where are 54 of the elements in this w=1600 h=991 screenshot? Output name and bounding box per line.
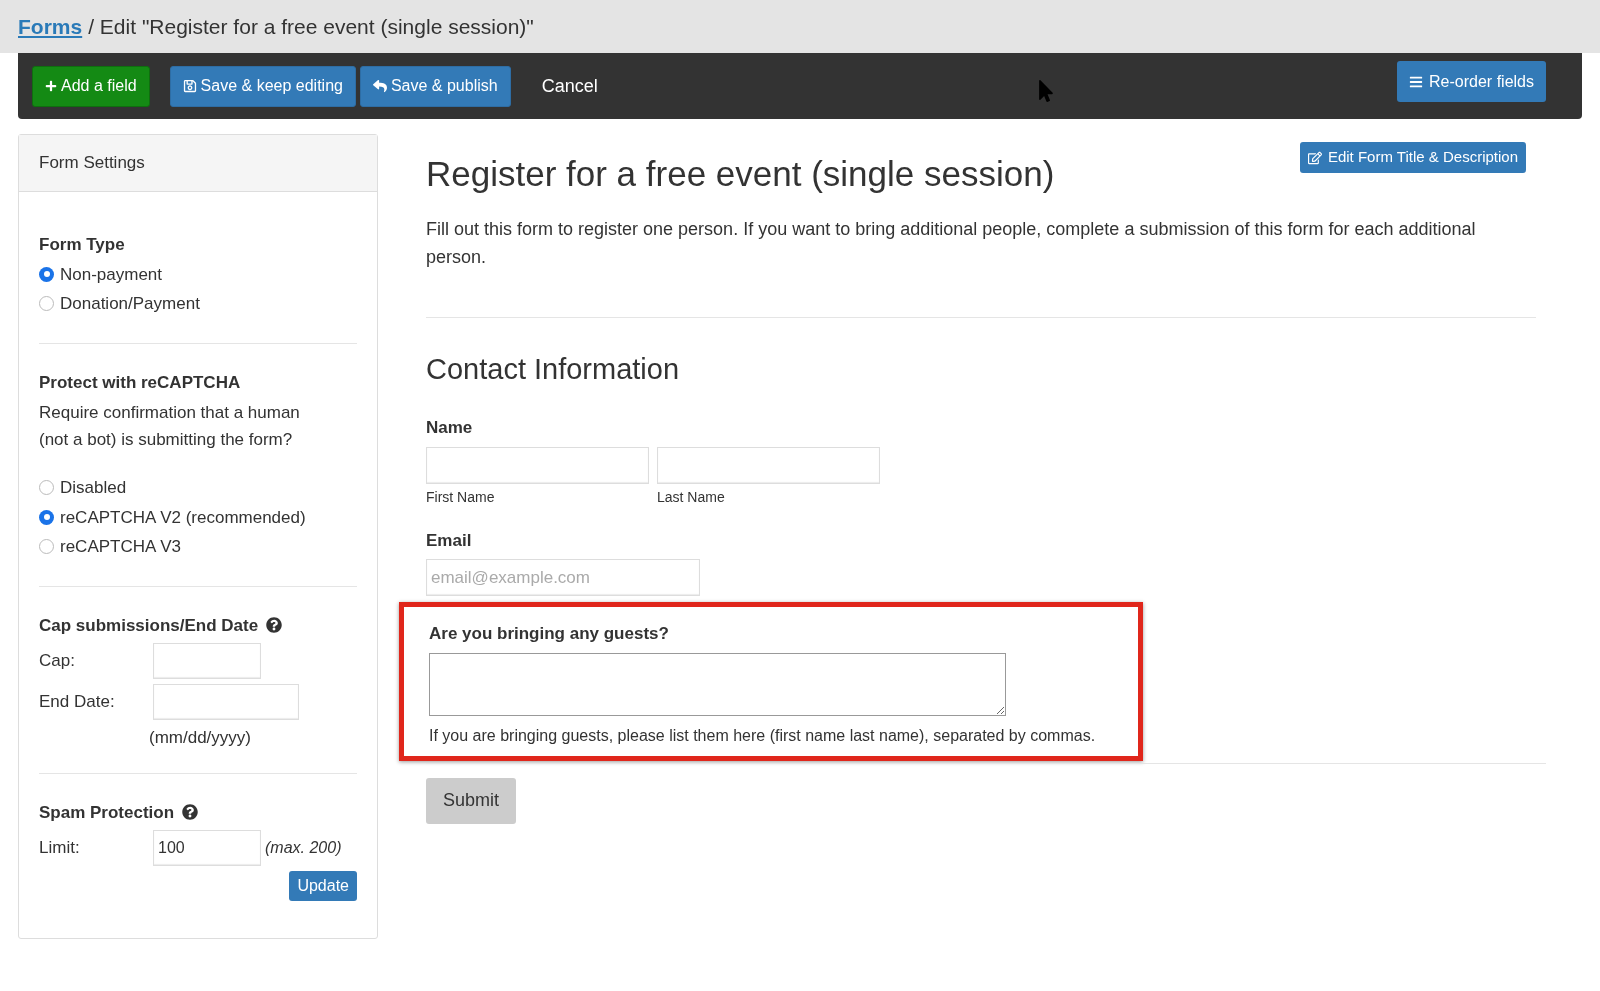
page-title: / Edit "Register for a free event (single session)" bbox=[88, 13, 534, 40]
end-date-label: End Date: bbox=[39, 691, 116, 714]
radio-label: Disabled bbox=[60, 477, 127, 499]
radio-button[interactable] bbox=[39, 266, 54, 282]
radio-label: reCAPTCHA V2 (recommended) bbox=[60, 506, 306, 529]
radio-label: reCAPTCHA V3 bbox=[60, 536, 181, 558]
radio-button[interactable] bbox=[39, 539, 54, 555]
edit-title-button[interactable]: Edit Form Title & Description bbox=[1299, 142, 1526, 173]
section-heading: Spam Protection bbox=[39, 801, 175, 824]
max-note: (max. 200) bbox=[265, 838, 342, 858]
field-label: Are you bringing any guests? bbox=[429, 623, 670, 645]
help-icon[interactable] bbox=[182, 804, 199, 821]
form-description: Fill out this form to register one person. If you want to bring additional people, complete a submission of this form for each additional person. bbox=[426, 217, 1477, 269]
radio-button[interactable] bbox=[39, 296, 54, 312]
date-format-hint: (mm/dd/yyyy) bbox=[149, 727, 252, 749]
radio-button[interactable] bbox=[39, 509, 54, 525]
submit-button[interactable]: Submit bbox=[426, 777, 517, 824]
guests-textarea[interactable] bbox=[429, 652, 1006, 716]
email-input[interactable]: email@example.com bbox=[426, 559, 700, 596]
radio-button[interactable] bbox=[39, 480, 54, 496]
menu-icon bbox=[1409, 74, 1424, 89]
mouse-cursor-icon bbox=[1038, 80, 1054, 102]
last-name-input[interactable] bbox=[657, 446, 880, 484]
section-heading: Form Type bbox=[39, 234, 126, 256]
radio-label: Donation/Payment bbox=[60, 293, 200, 315]
save-button[interactable]: Save & keep editing bbox=[169, 65, 356, 107]
forms-link[interactable]: Forms bbox=[18, 10, 83, 43]
field-help-text: If you are bringing guests, please list them here (first name last name), separated by commas. bbox=[429, 725, 1097, 746]
limit-input[interactable]: 100 bbox=[153, 830, 261, 866]
cap-label: Cap: bbox=[39, 650, 76, 673]
panel-title: Form Settings bbox=[39, 152, 145, 175]
section-heading: Contact Information bbox=[426, 351, 681, 387]
radio-label: Non-payment bbox=[60, 263, 163, 286]
plus-icon bbox=[45, 80, 57, 92]
field-label: Email bbox=[426, 529, 473, 552]
help-icon[interactable] bbox=[266, 617, 283, 634]
section-heading: Protect with reCAPTCHA bbox=[39, 371, 242, 394]
last-name-caption: Last Name bbox=[657, 487, 726, 507]
first-name-caption: First Name bbox=[426, 487, 496, 507]
form-title: Register for a free event (single session) bbox=[426, 153, 1055, 195]
limit-label: Limit: bbox=[39, 837, 81, 860]
cap-input[interactable] bbox=[153, 643, 261, 679]
first-name-input[interactable] bbox=[426, 446, 649, 484]
reply-arrow-icon bbox=[372, 79, 387, 93]
add-button[interactable]: Add a field bbox=[32, 65, 150, 107]
edit-icon bbox=[1307, 150, 1322, 165]
section-description: Require confirmation that a human (not a bot) is submitting the form? bbox=[39, 402, 301, 451]
cancel-button[interactable]: Cancel bbox=[528, 65, 611, 107]
end-date-input[interactable] bbox=[153, 684, 299, 720]
reorder-fields-button[interactable]: Re-order fields bbox=[1397, 61, 1546, 102]
section-heading: Cap submissions/End Date bbox=[39, 614, 259, 637]
update-button[interactable]: Update bbox=[289, 871, 357, 901]
field-label: Name bbox=[426, 417, 474, 439]
publish-button[interactable]: Save & publish bbox=[359, 65, 511, 107]
